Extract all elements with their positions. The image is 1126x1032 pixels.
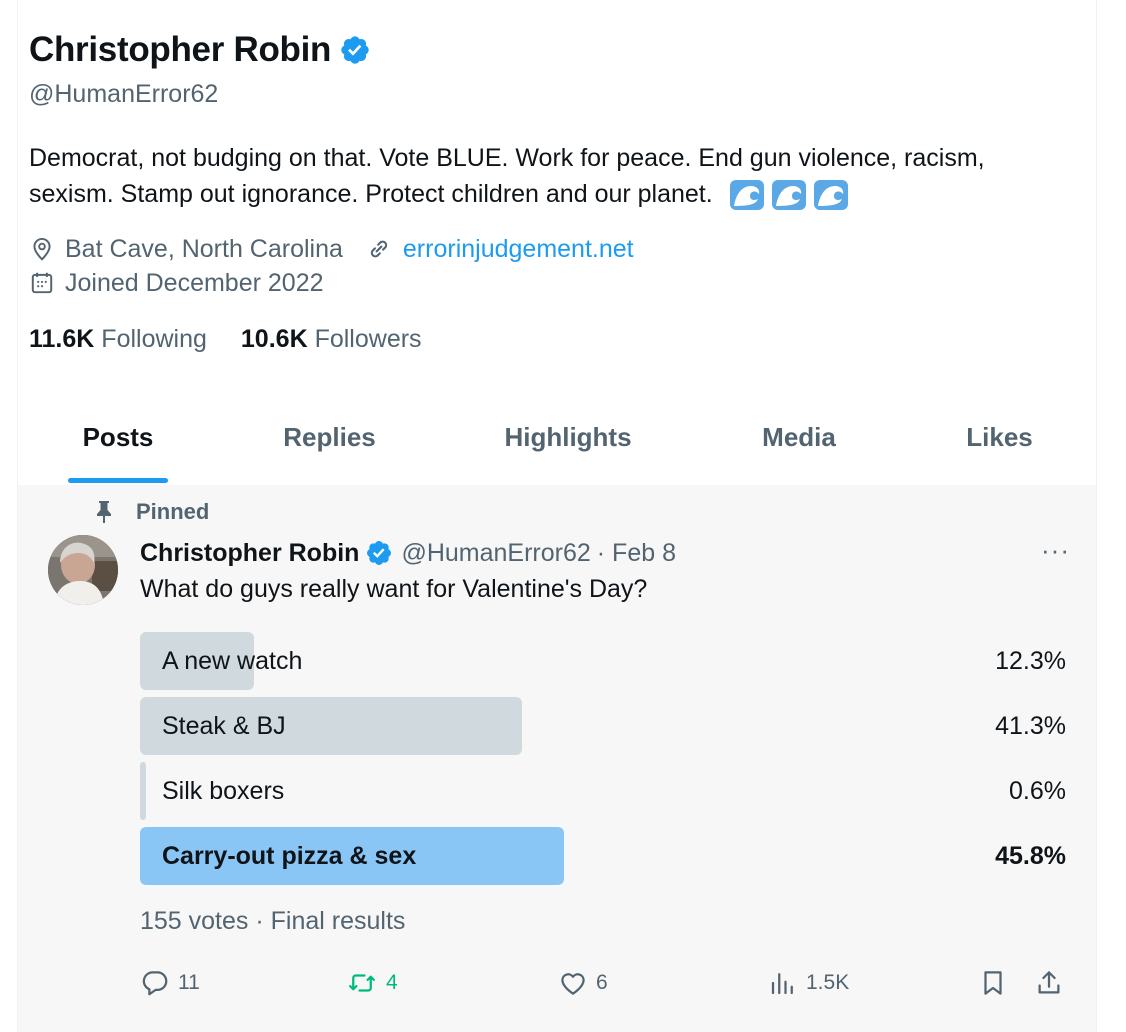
poll-option-percent: 12.3% xyxy=(995,646,1066,675)
post-author-handle[interactable]: @HumanError62 xyxy=(401,539,590,568)
post-text: What do guys really want for Valentine's… xyxy=(140,575,648,603)
follow-counts: 11.6K Following 10.6K Followers xyxy=(29,322,1069,356)
poll-option-label: Carry-out pizza & sex xyxy=(162,841,417,870)
poll: A new watch 12.3% Steak & BJ 41.3% Silk … xyxy=(140,632,1066,892)
meta-row-2: Joined December 2022 xyxy=(29,266,1069,300)
poll-option-label: Steak & BJ xyxy=(162,711,286,740)
pinned-post[interactable]: Pinned Christopher Robin @HumanError62 ·… xyxy=(18,485,1096,1032)
tab-highlights[interactable]: Highlights xyxy=(441,390,695,485)
verified-badge-icon[interactable] xyxy=(339,34,371,66)
tab-label: Posts xyxy=(82,422,154,452)
profile-handle: @HumanError62 xyxy=(29,80,219,108)
active-tab-indicator xyxy=(68,478,168,483)
followers-label: Followers xyxy=(314,324,422,353)
profile-meta: Bat Cave, North Carolina errorinjudgemen… xyxy=(29,232,1069,300)
water-wave-emoji-icon xyxy=(813,180,848,211)
tab-label: Highlights xyxy=(504,422,632,452)
reply-count: 11 xyxy=(178,971,200,994)
profile-bio: Democrat, not budging on that. Vote BLUE… xyxy=(29,140,1039,212)
repost-button[interactable]: 4 xyxy=(346,965,398,1001)
pinned-label: Pinned xyxy=(136,499,210,524)
post-author-name[interactable]: Christopher Robin xyxy=(140,539,359,568)
tab-posts[interactable]: Posts xyxy=(18,390,218,485)
water-wave-emoji-icon xyxy=(771,180,806,211)
bookmark-button[interactable] xyxy=(978,965,1016,1001)
poll-option-label: A new watch xyxy=(162,646,303,675)
share-icon xyxy=(1038,971,1060,994)
join-date-text: Joined December 2022 xyxy=(65,268,324,297)
tab-likes[interactable]: Likes xyxy=(903,390,1096,485)
meta-row-1: Bat Cave, North Carolina errorinjudgemen… xyxy=(29,232,1069,266)
pin-icon xyxy=(97,501,111,523)
profile-header: Christopher Robin @HumanError62 Democrat… xyxy=(29,30,1069,356)
post-header: Christopher Robin @HumanError62 · Feb 8 … xyxy=(140,535,1070,571)
poll-option-winner: Carry-out pizza & sex 45.8% xyxy=(140,827,1066,885)
pinned-indicator: Pinned xyxy=(94,499,209,525)
website-link[interactable]: errorinjudgement.net xyxy=(403,235,634,264)
poll-option: A new watch 12.3% xyxy=(140,632,1066,690)
calendar-icon xyxy=(31,272,53,294)
heart-icon xyxy=(561,973,585,995)
like-count: 6 xyxy=(596,971,608,994)
tab-label: Likes xyxy=(966,422,1033,452)
poll-option-percent: 41.3% xyxy=(995,711,1066,740)
join-date: Joined December 2022 xyxy=(29,269,324,298)
profile-name: Christopher Robin xyxy=(29,30,332,69)
repost-icon xyxy=(349,974,375,992)
link-icon xyxy=(370,240,388,258)
tab-label: Media xyxy=(762,422,836,452)
verified-badge-icon[interactable] xyxy=(365,539,393,567)
water-wave-emoji-icon xyxy=(729,180,764,211)
tab-label: Replies xyxy=(283,422,376,452)
reply-icon xyxy=(142,971,168,996)
post-actions: 11 4 6 1.5K xyxy=(140,965,1070,1001)
tab-replies[interactable]: Replies xyxy=(218,390,441,485)
reply-button[interactable]: 11 xyxy=(140,965,200,1001)
share-button[interactable] xyxy=(1034,965,1072,1001)
views-button[interactable]: 1.5K xyxy=(768,965,849,1001)
location: Bat Cave, North Carolina xyxy=(29,235,343,264)
profile-tabs: Posts Replies Highlights Media Likes xyxy=(18,390,1096,485)
poll-option-label: Silk boxers xyxy=(162,776,285,805)
poll-option: Silk boxers 0.6% xyxy=(140,762,1066,820)
location-text: Bat Cave, North Carolina xyxy=(65,234,343,263)
following-count: 11.6K xyxy=(29,324,95,353)
name-row: Christopher Robin xyxy=(29,30,1069,70)
poll-option: Steak & BJ 41.3% xyxy=(140,697,1066,755)
author-avatar[interactable] xyxy=(48,535,118,605)
poll-summary: 155 votes · Final results xyxy=(140,907,406,935)
repost-count: 4 xyxy=(386,971,398,994)
view-count: 1.5K xyxy=(806,971,850,994)
post-date[interactable]: · Feb 8 xyxy=(597,539,676,568)
following-link[interactable]: 11.6K Following xyxy=(29,325,207,354)
poll-option-percent: 0.6% xyxy=(1009,776,1066,805)
bookmark-icon xyxy=(984,971,1002,995)
more-options-icon[interactable]: ··· xyxy=(1041,535,1070,566)
like-button[interactable]: 6 xyxy=(558,965,608,1001)
location-pin-icon xyxy=(33,238,51,261)
following-label: Following xyxy=(101,324,207,353)
website[interactable]: errorinjudgement.net xyxy=(365,235,634,264)
tab-media[interactable]: Media xyxy=(695,390,903,485)
bio-emojis xyxy=(729,180,848,211)
analytics-icon xyxy=(771,973,793,995)
poll-option-percent: 45.8% xyxy=(995,841,1066,870)
followers-count: 10.6K xyxy=(240,324,308,353)
followers-link[interactable]: 10.6K Followers xyxy=(241,325,422,354)
